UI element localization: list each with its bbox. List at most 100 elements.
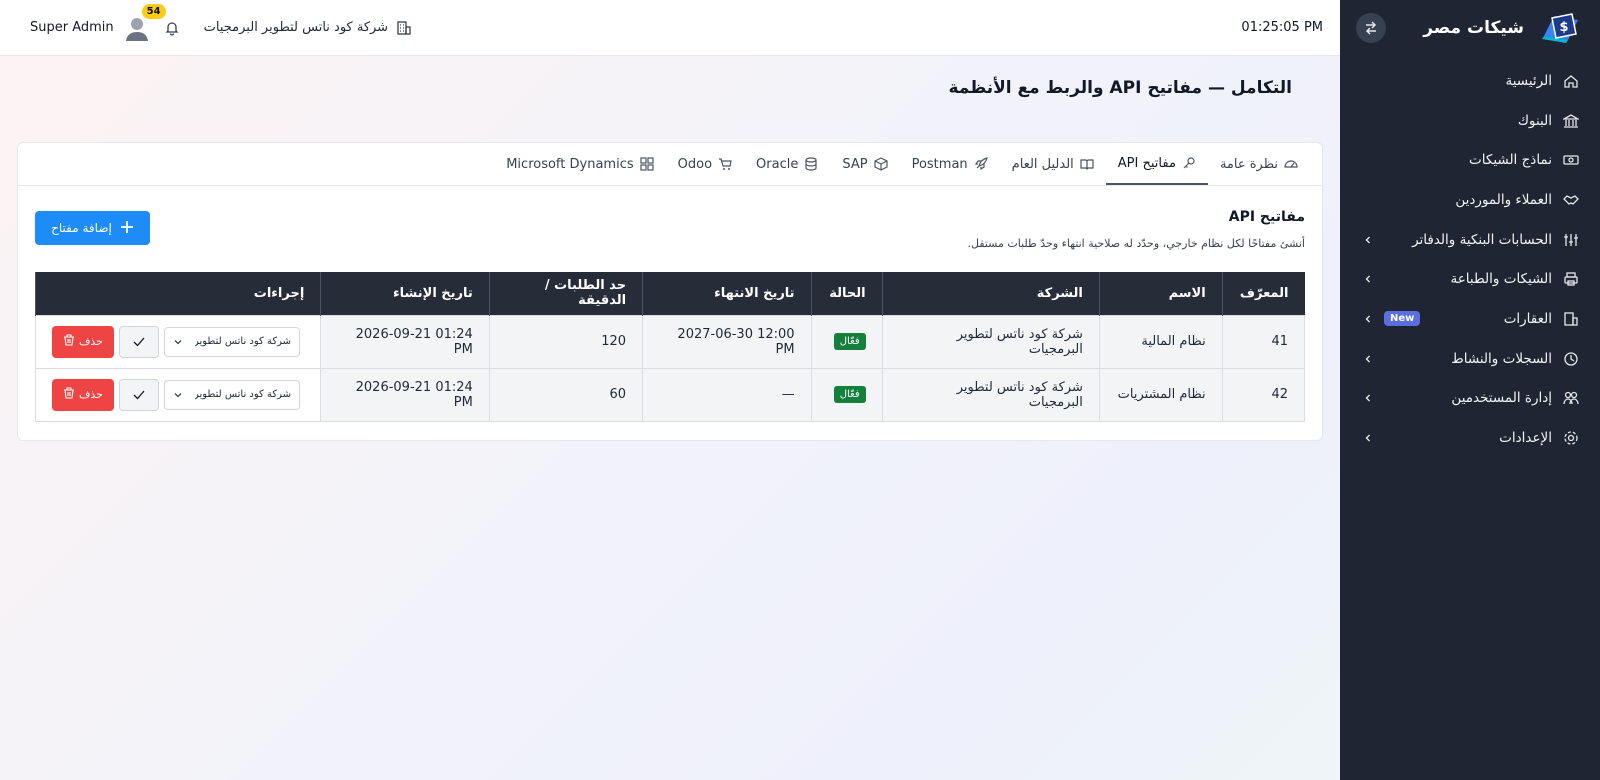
add-key-button[interactable]: إضافة مفتاح [35, 211, 150, 245]
add-key-label: إضافة مفتاح [51, 221, 112, 235]
row-actions: حذف شركة كود ناتس لتطوير البرمجيات [52, 325, 304, 358]
confirm-button[interactable] [119, 325, 159, 358]
sidebar-item-label: البنوك [1517, 112, 1552, 129]
chevron-left-icon [1362, 432, 1374, 444]
building-icon [396, 20, 412, 36]
svg-text:$: $ [1559, 20, 1568, 35]
company-name: شركة كود ناتس لتطوير البرمجيات [203, 20, 389, 35]
table-row: 42 نظام المشتريات شركة كود ناتس لتطوير الب… [34, 367, 1306, 422]
tab-0[interactable]: نظرة عامة [1208, 143, 1310, 185]
tab-1[interactable]: مفاتيح API [1105, 143, 1208, 185]
section-subtitle: أنشئ مفتاحًا لكل نظام خارجي، وحدّد له صل… [967, 237, 1305, 250]
sidebar-item-label: الإعدادات [1499, 430, 1552, 447]
tab-3[interactable]: Postman [900, 143, 1000, 185]
building-icon [1562, 310, 1580, 328]
sidebar-item-9[interactable]: الإعدادات [1340, 418, 1600, 458]
sidebar: $ شيكات مصر الرئيسية البنوك نماذج الشيكات ا… [1340, 0, 1600, 780]
sidebar-item-0[interactable]: الرئيسية [1340, 61, 1600, 101]
company-select[interactable]: شركة كود ناتس لتطوير البرمجيات [164, 326, 300, 357]
sidebar-item-label: العقارات [1503, 310, 1552, 327]
chevron-down-icon [174, 339, 182, 344]
chevron-left-icon [1362, 273, 1374, 285]
cell-expiry: 2027-06-30 12:00 PM [642, 314, 812, 369]
sidebar-item-label: الشيكات والطباعة [1450, 271, 1553, 288]
cell-id: 41 [1221, 314, 1306, 369]
sidebar-item-label: السجلات والنشاط [1451, 350, 1552, 367]
grid-icon [640, 157, 654, 171]
table-row: 41 نظام المالية شركة كود ناتس لتطوير البرم… [34, 314, 1306, 369]
column-header[interactable]: إجراءات [34, 272, 321, 315]
api-keys-table: المعرّف الاسم الشركة الحالة تاريخ الانتهاء حد… [34, 272, 1306, 422]
trash-icon [63, 387, 75, 402]
sidebar-item-2[interactable]: نماذج الشيكات [1340, 140, 1600, 180]
company-select-value: شركة كود ناتس لتطوير البرمجيات [195, 389, 291, 400]
sidebar-item-4[interactable]: الحسابات البنكية والدفاتر [1340, 220, 1600, 260]
confirm-button[interactable] [119, 378, 159, 411]
cell-company: شركة كود ناتس لتطوير البرمجيات [881, 367, 1100, 422]
cell-expiry: — [642, 367, 812, 422]
tab-label: Oracle [756, 156, 799, 172]
sidebar-item-label: نماذج الشيكات [1469, 152, 1552, 169]
sidebar-item-label: الحسابات البنكية والدفاتر [1412, 231, 1552, 248]
sidebar-item-6[interactable]: العقارات New [1340, 299, 1600, 339]
sidebar-item-8[interactable]: إدارة المستخدمين [1340, 379, 1600, 419]
company-select[interactable]: شركة كود ناتس لتطوير البرمجيات [164, 379, 300, 410]
brand-name: شيكات مصر [1423, 17, 1524, 38]
key-icon [1182, 156, 1196, 170]
tab-label: SAP [842, 156, 868, 172]
cell-status: فعّال [810, 367, 883, 422]
delete-label: حذف [79, 388, 103, 401]
cell-name: نظام المشتريات [1098, 367, 1223, 422]
cell-created: 2026-09-21 01:24 PM [320, 367, 490, 422]
tab-label: مفاتيح API [1117, 155, 1176, 171]
sidebar-item-1[interactable]: البنوك [1340, 101, 1600, 141]
brand-logo-icon[interactable]: $ [1538, 10, 1582, 46]
column-header[interactable]: المعرّف [1221, 272, 1305, 315]
tab-6[interactable]: Odoo [666, 143, 744, 185]
tab-5[interactable]: Oracle [744, 143, 830, 185]
table-body: 41 نظام المالية شركة كود ناتس لتطوير البرم… [34, 314, 1306, 422]
plus-icon [120, 220, 134, 237]
gauge-icon [1284, 157, 1298, 171]
printer-icon [1562, 270, 1580, 288]
users-icon [1562, 389, 1580, 407]
bell-icon [165, 21, 179, 36]
brand: $ شيكات مصر [1340, 0, 1600, 55]
bank-icon [1562, 112, 1580, 130]
delete-button[interactable]: حذف [52, 378, 114, 411]
sidebar-item-label: العملاء والموردين [1455, 191, 1552, 208]
sidebar-item-label: الرئيسية [1505, 72, 1553, 89]
cell-status: فعّال [810, 314, 883, 369]
tab-label: Postman [911, 156, 968, 172]
sidebar-nav: الرئيسية البنوك نماذج الشيكات العملاء والمو… [1340, 61, 1600, 458]
status-badge: فعّال [833, 386, 866, 403]
new-badge: New [1384, 311, 1421, 327]
rocket-icon [974, 157, 988, 171]
chevron-left-icon [1362, 313, 1374, 325]
cell-actions: حذف شركة كود ناتس لتطوير البرمجيات [34, 314, 322, 369]
tab-2[interactable]: الدليل العام [1000, 143, 1106, 185]
user-name[interactable]: Super Admin [30, 20, 114, 35]
cell-created: 2026-09-21 01:24 PM [320, 314, 490, 369]
notifications-button[interactable]: 54 [141, 3, 182, 38]
column-header[interactable]: تاريخ الانتهاء [642, 272, 812, 315]
chevron-down-icon [174, 392, 182, 397]
tab-label: Odoo [677, 156, 713, 172]
tab-4[interactable]: SAP [830, 143, 899, 185]
column-header[interactable]: الحالة [810, 272, 883, 315]
tab-7[interactable]: Microsoft Dynamics [494, 143, 665, 185]
column-header[interactable]: تاريخ الإنشاء [320, 272, 490, 315]
sidebar-item-5[interactable]: الشيكات والطباعة [1340, 259, 1600, 299]
page-title: التكامل — مفاتيح API والربط مع الأنظمة [948, 78, 1292, 98]
sidebar-item-3[interactable]: العملاء والموردين [1340, 180, 1600, 220]
delete-button[interactable]: حذف [52, 325, 114, 358]
column-header[interactable]: الشركة [881, 272, 1100, 315]
chevron-left-icon [1362, 234, 1374, 246]
sidebar-toggle-button[interactable] [1356, 12, 1386, 43]
check-icon [133, 390, 145, 399]
sidebar-item-7[interactable]: السجلات والنشاط [1340, 339, 1600, 379]
cell-limit: 60 [488, 367, 644, 422]
column-header[interactable]: حد الطلبات / الدقيقة [488, 272, 643, 315]
column-header[interactable]: الاسم [1098, 272, 1223, 315]
company-switcher[interactable]: شركة كود ناتس لتطوير البرمجيات [204, 20, 412, 36]
